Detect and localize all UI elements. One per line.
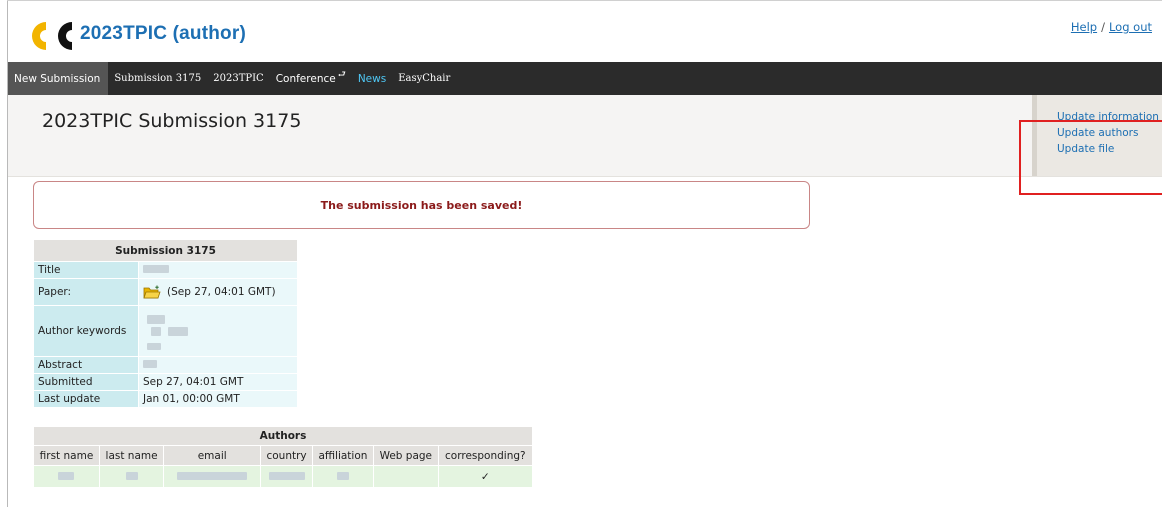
submission-table-caption: Submission 3175 bbox=[33, 239, 298, 262]
annotation-highlight-box bbox=[1019, 120, 1162, 195]
return-arrow-icon: ⮐ bbox=[337, 69, 346, 80]
submission-table: Submission 3175 Title Paper: (Sep 27, 04… bbox=[33, 239, 298, 408]
checkmark-icon: ✓ bbox=[480, 470, 490, 483]
author-last-name bbox=[98, 465, 165, 488]
table-row: Title bbox=[33, 261, 298, 279]
col-last-name: last name bbox=[98, 445, 165, 466]
redacted-text bbox=[125, 471, 138, 480]
menu-conference-label: Conference bbox=[275, 72, 336, 85]
table-row: Submitted Sep 27, 04:01 GMT bbox=[33, 373, 298, 391]
redacted-text bbox=[58, 471, 75, 480]
saved-message: The submission has been saved! bbox=[33, 181, 810, 229]
menu-news[interactable]: News bbox=[352, 62, 392, 95]
menu-2023tpic[interactable]: 2023TPIC bbox=[207, 62, 269, 95]
app-title: 2023TPIC (author) bbox=[80, 23, 246, 44]
table-row: Last update Jan 01, 00:00 GMT bbox=[33, 390, 298, 408]
author-first-name bbox=[33, 465, 100, 488]
redacted-text bbox=[143, 360, 157, 368]
author-email bbox=[163, 465, 262, 488]
table-header-row: first name last name email country affil… bbox=[33, 445, 534, 466]
col-corresponding: corresponding? bbox=[437, 445, 534, 466]
col-country: country bbox=[260, 445, 313, 466]
col-first-name: first name bbox=[33, 445, 100, 466]
authors-table: Authors first name last name email count… bbox=[33, 426, 534, 488]
help-link[interactable]: Help bbox=[1071, 20, 1097, 34]
redacted-text bbox=[147, 342, 161, 350]
table-row: ✓ bbox=[33, 465, 534, 488]
table-row: Abstract bbox=[33, 356, 298, 374]
menu-easychair[interactable]: EasyChair bbox=[392, 62, 456, 95]
table-row: Paper: (Sep 27, 04:01 GMT) bbox=[33, 278, 298, 306]
col-email: email bbox=[163, 445, 262, 466]
paper-value: (Sep 27, 04:01 GMT) bbox=[138, 278, 298, 306]
author-affiliation bbox=[311, 465, 374, 488]
page-header-band bbox=[8, 95, 1162, 177]
redacted-text bbox=[147, 314, 165, 324]
menu-new-submission[interactable]: New Submission bbox=[8, 62, 109, 95]
menu-submission-3175[interactable]: Submission 3175 bbox=[108, 62, 207, 95]
authors-table-caption: Authors bbox=[33, 426, 533, 446]
last-update-label: Last update bbox=[33, 390, 139, 408]
submitted-value: Sep 27, 04:01 GMT bbox=[138, 373, 298, 391]
window-top-border bbox=[7, 0, 1162, 1]
last-update-value: Jan 01, 00:00 GMT bbox=[138, 390, 298, 408]
redacted-text bbox=[143, 265, 169, 273]
col-affiliation: affiliation bbox=[311, 445, 374, 466]
main-menu-bar: New Submission Submission 3175 2023TPIC … bbox=[8, 62, 1162, 95]
easychair-logo-icon[interactable] bbox=[28, 20, 74, 52]
folder-icon[interactable] bbox=[143, 285, 161, 299]
menu-conference[interactable]: Conference ⮐ bbox=[270, 62, 352, 95]
keywords-value bbox=[138, 305, 298, 357]
logout-link[interactable]: Log out bbox=[1109, 20, 1152, 34]
redacted-text bbox=[151, 326, 161, 336]
redacted-text bbox=[177, 471, 248, 480]
table-row: Author keywords bbox=[33, 305, 298, 357]
keywords-label: Author keywords bbox=[33, 305, 139, 357]
author-corresponding: ✓ bbox=[437, 465, 534, 488]
redacted-text bbox=[268, 471, 305, 480]
author-web-page bbox=[372, 465, 439, 488]
paper-label: Paper: bbox=[33, 278, 139, 306]
submitted-label: Submitted bbox=[33, 373, 139, 391]
abstract-label: Abstract bbox=[33, 356, 139, 374]
top-links: Help / Log out bbox=[1071, 20, 1152, 34]
link-separator: / bbox=[1101, 20, 1105, 34]
page-title: 2023TPIC Submission 3175 bbox=[42, 110, 302, 132]
redacted-text bbox=[336, 471, 349, 480]
col-web-page: Web page bbox=[372, 445, 439, 466]
abstract-value bbox=[138, 356, 298, 374]
title-value bbox=[138, 261, 298, 279]
paper-date: (Sep 27, 04:01 GMT) bbox=[167, 286, 276, 298]
author-country bbox=[260, 465, 313, 488]
redacted-text bbox=[168, 326, 189, 336]
title-label: Title bbox=[33, 261, 139, 279]
